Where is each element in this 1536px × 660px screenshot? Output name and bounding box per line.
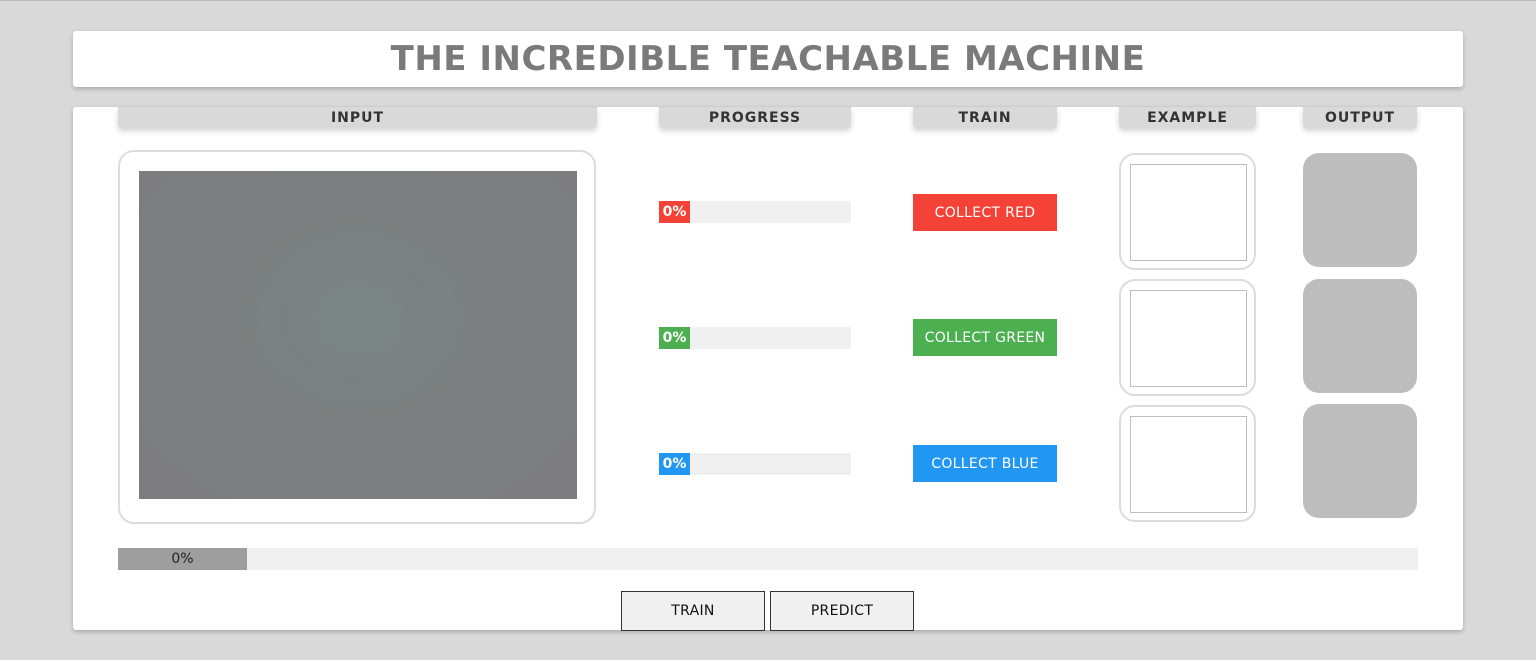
progress-bar-green: 0% [659, 327, 851, 349]
train-button[interactable]: TRAIN [621, 591, 765, 631]
example-thumbnail-blue [1130, 416, 1247, 513]
progress-bar-red: 0% [659, 201, 851, 223]
example-column-header: EXAMPLE [1119, 107, 1256, 128]
example-box-blue [1119, 405, 1256, 522]
progress-fill-red: 0% [659, 201, 690, 223]
app-header: THE INCREDIBLE TEACHABLE MACHINE [73, 31, 1463, 87]
progress-fill-green: 0% [659, 327, 690, 349]
training-progress-fill: 0% [118, 548, 247, 570]
main-panel: INPUT PROGRESS TRAIN EXAMPLE OUTPUT 0% C… [73, 107, 1463, 631]
example-thumbnail-green [1130, 290, 1247, 387]
training-progress-label: 0% [171, 551, 194, 567]
output-box-blue [1303, 404, 1417, 518]
progress-fill-blue: 0% [659, 453, 690, 475]
train-column-header: TRAIN [913, 107, 1057, 128]
training-progress-bar: 0% [118, 548, 1418, 570]
example-box-red [1119, 153, 1256, 270]
output-box-green [1303, 279, 1417, 393]
predict-button[interactable]: PREDICT [770, 591, 914, 631]
output-column-header: OUTPUT [1303, 107, 1417, 128]
progress-label-blue: 0% [662, 456, 687, 472]
input-column-header: INPUT [118, 107, 597, 128]
output-box-red [1303, 153, 1417, 267]
example-box-green [1119, 279, 1256, 396]
input-frame [118, 150, 596, 524]
webcam-feed [139, 171, 577, 499]
progress-label-green: 0% [662, 330, 687, 346]
progress-label-red: 0% [662, 204, 687, 220]
collect-blue-button[interactable]: COLLECT BLUE [913, 445, 1057, 482]
example-thumbnail-red [1130, 164, 1247, 261]
collect-red-button[interactable]: COLLECT RED [913, 194, 1057, 231]
page-title: THE INCREDIBLE TEACHABLE MACHINE [390, 39, 1146, 79]
progress-bar-blue: 0% [659, 453, 851, 475]
progress-column-header: PROGRESS [659, 107, 851, 128]
collect-green-button[interactable]: COLLECT GREEN [913, 319, 1057, 356]
